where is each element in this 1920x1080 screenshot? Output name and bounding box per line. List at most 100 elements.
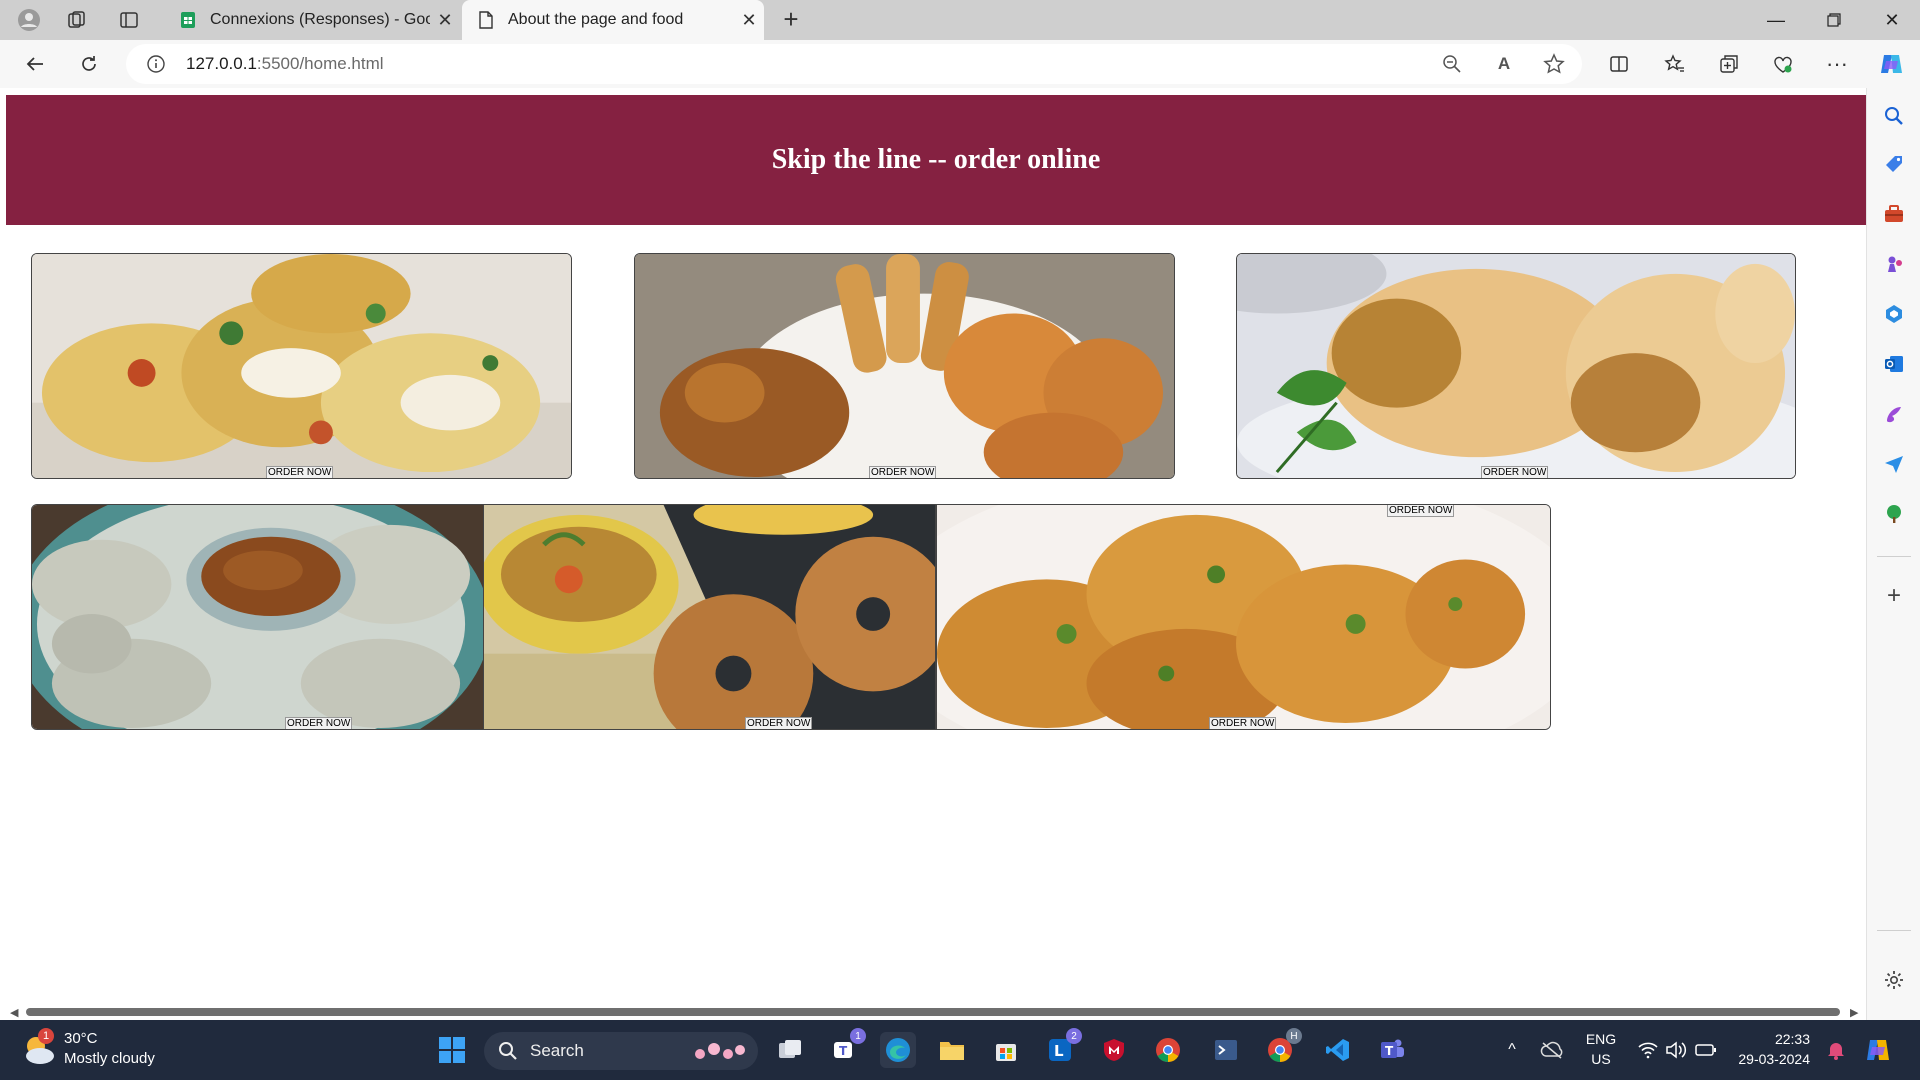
onedrive-offline-icon[interactable]: [1534, 1032, 1570, 1068]
close-tab-icon[interactable]: ✕: [430, 10, 460, 31]
more-options-icon[interactable]: ···: [1820, 48, 1854, 80]
medu-vada-image: [484, 505, 935, 729]
url-text[interactable]: 127.0.0.1:5500/home.html: [186, 54, 384, 74]
cherry-blossom-icon: [695, 1043, 745, 1059]
tab-title: Connexions (Responses) - Googl: [210, 11, 430, 28]
food-card-pakora[interactable]: ORDER NOW ORDER NOW: [936, 504, 1551, 730]
send-icon[interactable]: [1880, 450, 1908, 478]
profile-icon[interactable]: [14, 6, 44, 34]
order-now-button[interactable]: ORDER NOW: [1481, 466, 1549, 478]
notification-bell-icon[interactable]: [1818, 1032, 1854, 1068]
tree-icon[interactable]: [1880, 500, 1908, 528]
microsoft-store-icon[interactable]: [988, 1032, 1024, 1068]
address-bar[interactable]: 127.0.0.1:5500/home.html A: [126, 44, 1582, 84]
chrome-icon[interactable]: [1150, 1032, 1186, 1068]
zoom-out-icon[interactable]: [1436, 50, 1468, 78]
windows-start-icon[interactable]: [434, 1032, 470, 1068]
refresh-icon[interactable]: [72, 48, 106, 80]
order-now-button[interactable]: ORDER NOW: [745, 717, 813, 729]
page-icon: [476, 10, 496, 30]
order-now-button[interactable]: ORDER NOW: [266, 466, 334, 478]
chrome-profile-badge: H: [1286, 1028, 1302, 1044]
new-tab-button[interactable]: +: [776, 6, 806, 34]
add-icon[interactable]: +: [1880, 582, 1908, 610]
favorite-star-icon[interactable]: [1538, 50, 1570, 78]
vertical-tabs-icon[interactable]: [114, 6, 144, 34]
scrollbar-thumb[interactable]: [26, 1008, 1840, 1016]
vada-pav-image: [1237, 254, 1795, 478]
restore-icon[interactable]: [1806, 0, 1862, 40]
close-tab-icon[interactable]: ✕: [734, 10, 764, 31]
settings-gear-icon[interactable]: [1880, 966, 1908, 994]
close-window-icon[interactable]: ✕: [1864, 0, 1920, 40]
food-card-dahi-puri[interactable]: ORDER NOW: [31, 253, 572, 479]
svg-text:L: L: [1054, 1042, 1064, 1060]
food-card-vada-pav[interactable]: ORDER NOW: [1236, 253, 1796, 479]
file-explorer-icon[interactable]: [934, 1032, 970, 1068]
clock-time[interactable]: 22:33: [1730, 1031, 1810, 1047]
split-screen-icon[interactable]: [1602, 48, 1636, 80]
browser-toolbar: 127.0.0.1:5500/home.html A ···: [0, 40, 1920, 88]
language-line2[interactable]: US: [1580, 1051, 1622, 1067]
language-line1[interactable]: ENG: [1580, 1031, 1622, 1047]
battery-icon[interactable]: [1688, 1032, 1724, 1068]
pakora-image: [937, 505, 1550, 729]
sidebar-divider: [1877, 930, 1911, 931]
order-now-button[interactable]: ORDER NOW: [285, 717, 353, 729]
teams-badge: 1: [850, 1028, 866, 1044]
shopping-tag-icon[interactable]: [1880, 150, 1908, 178]
food-card-medu-vada[interactable]: ORDER NOW: [484, 504, 936, 730]
tab-title: About the page and food: [508, 11, 684, 28]
page-banner: Skip the line -- order online: [6, 95, 1866, 225]
scroll-right-arrow-icon[interactable]: ▶: [1850, 1006, 1858, 1019]
read-aloud-icon[interactable]: A: [1488, 50, 1520, 78]
copilot-icon[interactable]: [1874, 48, 1908, 80]
outlook-icon[interactable]: [1880, 350, 1908, 378]
minimize-icon[interactable]: —: [1748, 0, 1804, 40]
chrome-profile-icon[interactable]: H: [1262, 1028, 1302, 1068]
microsoft-365-icon[interactable]: [1880, 300, 1908, 328]
search-icon: [499, 1042, 517, 1060]
teams-chat-icon[interactable]: T 1: [826, 1028, 866, 1068]
edge-icon[interactable]: [880, 1032, 916, 1068]
food-card-samosa-pakora[interactable]: ORDER NOW: [634, 253, 1175, 479]
site-info-icon[interactable]: [146, 54, 166, 74]
tab-about[interactable]: About the page and food ✕: [462, 0, 764, 40]
back-icon[interactable]: [18, 48, 52, 80]
scroll-left-arrow-icon[interactable]: ◀: [10, 1006, 18, 1019]
clock-date[interactable]: 29-03-2024: [1730, 1051, 1810, 1067]
games-icon[interactable]: [1880, 250, 1908, 278]
browser-essentials-icon[interactable]: [1766, 48, 1800, 80]
tab-sheets[interactable]: Connexions (Responses) - Googl ✕: [170, 0, 460, 40]
collections-icon[interactable]: [1712, 48, 1746, 80]
page-title: Skip the line -- order online: [771, 144, 1101, 175]
teams-icon[interactable]: T: [1374, 1032, 1410, 1068]
mcafee-icon[interactable]: [1096, 1032, 1132, 1068]
workspaces-icon[interactable]: [62, 6, 92, 34]
food-card-momos[interactable]: ORDER NOW: [31, 504, 484, 730]
taskbar-search[interactable]: Search: [484, 1032, 758, 1070]
order-now-button[interactable]: ORDER NOW: [1209, 717, 1277, 729]
svg-text:T: T: [1385, 1044, 1394, 1058]
tools-icon[interactable]: [1880, 200, 1908, 228]
svg-text:T: T: [839, 1044, 848, 1058]
weather-temp: 30°C: [64, 1030, 98, 1047]
sheets-icon: [178, 10, 198, 30]
terminal-app-icon[interactable]: [1208, 1032, 1244, 1068]
tab-strip: Connexions (Responses) - Googl ✕ About t…: [0, 0, 1920, 40]
task-view-icon[interactable]: [772, 1032, 808, 1068]
order-now-button[interactable]: ORDER NOW: [869, 466, 937, 478]
designer-icon[interactable]: [1880, 400, 1908, 428]
horizontal-scrollbar[interactable]: ◀ ▶: [0, 1004, 1866, 1020]
vscode-icon[interactable]: [1320, 1032, 1356, 1068]
copilot-taskbar-icon[interactable]: [1860, 1032, 1896, 1068]
order-now-button[interactable]: ORDER NOW: [1387, 505, 1455, 517]
edge-sidebar: +: [1866, 88, 1920, 1020]
show-hidden-icons-chevron[interactable]: ^: [1494, 1032, 1530, 1068]
linkedin-icon[interactable]: L 2: [1042, 1028, 1082, 1068]
weather-badge: 1: [38, 1028, 54, 1044]
web-page: Skip the line -- order online ORDER NOW: [0, 88, 1866, 1004]
search-icon[interactable]: [1880, 102, 1908, 130]
weather-widget[interactable]: 1: [20, 1028, 60, 1070]
favorites-icon[interactable]: [1658, 48, 1692, 80]
